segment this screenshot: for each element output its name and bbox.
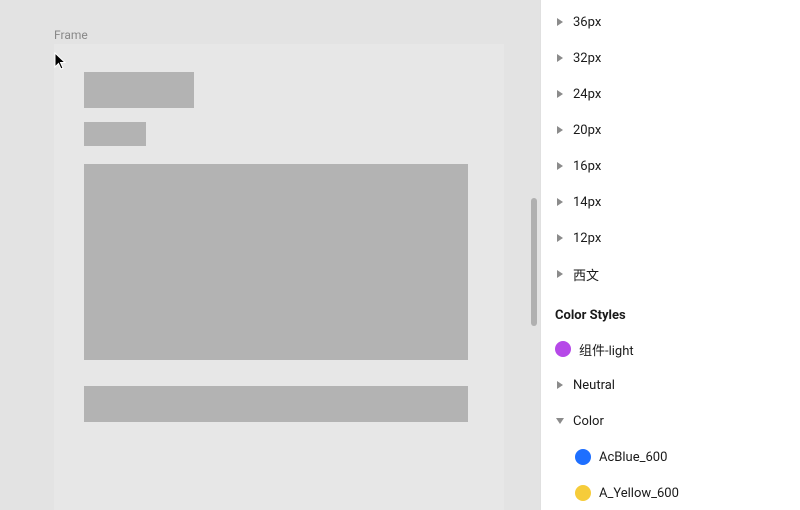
scrollbar-thumb[interactable] (531, 198, 537, 326)
text-style-item[interactable]: 西文 (555, 256, 800, 292)
chevron-right-icon (555, 90, 565, 98)
text-style-label: 16px (573, 159, 601, 174)
color-style-label: Color (573, 414, 604, 429)
text-style-item[interactable]: 32px (555, 40, 800, 76)
color-swatch-icon (555, 341, 571, 357)
chevron-right-icon (555, 162, 565, 170)
placeholder-block[interactable] (84, 72, 194, 108)
chevron-down-icon (555, 418, 565, 424)
text-style-item[interactable]: 36px (555, 4, 800, 40)
text-style-label: 36px (573, 15, 601, 30)
frame-label[interactable]: Frame (54, 28, 88, 42)
chevron-right-icon (555, 381, 565, 389)
placeholder-block[interactable] (84, 386, 468, 422)
text-style-label: 西文 (573, 265, 599, 284)
color-styles-heading: Color Styles (555, 308, 800, 323)
color-style-group-color[interactable]: Color (555, 403, 800, 439)
canvas-scrollbar[interactable] (530, 0, 538, 510)
placeholder-block[interactable] (84, 164, 468, 360)
chevron-right-icon (555, 270, 565, 278)
text-style-label: 32px (573, 51, 601, 66)
chevron-right-icon (555, 126, 565, 134)
color-style-label: 组件-light (579, 340, 634, 359)
design-canvas[interactable]: Frame (0, 0, 540, 510)
text-style-label: 24px (573, 87, 601, 102)
chevron-right-icon (555, 18, 565, 26)
text-style-item[interactable]: 24px (555, 76, 800, 112)
styles-panel: 36px 32px 24px 20px 16px 14px 12px 西文 (540, 0, 800, 510)
color-style-item[interactable]: AcBlue_600 (555, 439, 800, 475)
color-style-group-neutral[interactable]: Neutral (555, 367, 800, 403)
text-style-label: 12px (573, 231, 601, 246)
chevron-right-icon (555, 198, 565, 206)
color-swatch-icon (575, 449, 591, 465)
chevron-right-icon (555, 234, 565, 242)
frame[interactable] (54, 44, 504, 510)
chevron-right-icon (555, 54, 565, 62)
text-style-item[interactable]: 20px (555, 112, 800, 148)
color-style-label: AcBlue_600 (599, 450, 667, 465)
text-style-label: 20px (573, 123, 601, 138)
color-swatch-icon (575, 485, 591, 501)
text-style-label: 14px (573, 195, 601, 210)
color-style-item[interactable]: A_Yellow_600 (555, 475, 800, 510)
text-style-item[interactable]: 14px (555, 184, 800, 220)
text-style-item[interactable]: 16px (555, 148, 800, 184)
color-style-label: A_Yellow_600 (599, 486, 679, 501)
placeholder-block[interactable] (84, 122, 146, 146)
color-style-label: Neutral (573, 378, 615, 393)
text-style-item[interactable]: 12px (555, 220, 800, 256)
color-style-item[interactable]: 组件-light (555, 331, 800, 367)
